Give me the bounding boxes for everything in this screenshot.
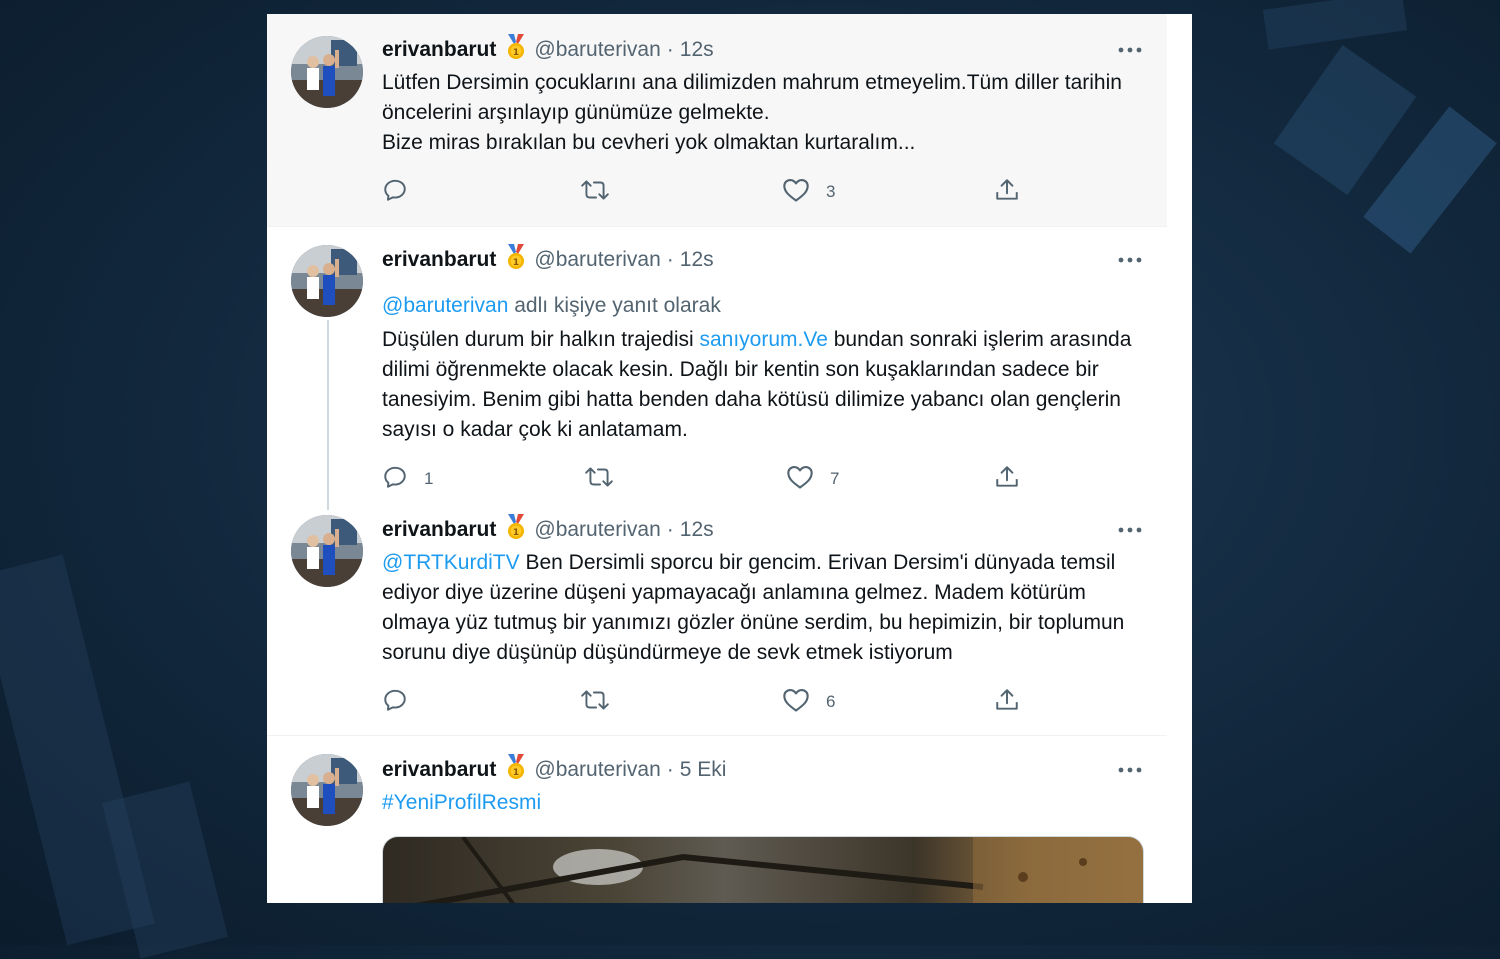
timestamp[interactable]: 12s <box>680 518 714 542</box>
retweet-icon <box>580 177 610 208</box>
tweet-text: Düşülen durum bir halkın trajedisi sanıy… <box>382 325 1152 445</box>
reply-icon <box>382 177 408 208</box>
avatar[interactable] <box>291 515 363 587</box>
like-count: 6 <box>826 692 836 711</box>
tweet-4[interactable]: erivanbarut 1 @baruterivan · 5 Eki #Yeni… <box>267 736 1167 903</box>
handle[interactable]: @baruterivan <box>534 758 660 782</box>
background-shape <box>1262 0 1408 50</box>
retweet-button[interactable] <box>584 464 630 494</box>
avatar[interactable] <box>291 245 363 317</box>
separator-dot: · <box>666 248 674 271</box>
like-button[interactable]: 7 <box>786 464 839 494</box>
like-count: 3 <box>826 182 836 201</box>
reply-button[interactable] <box>382 687 424 717</box>
hashtag-link[interactable]: #YeniProfilResmi <box>382 791 541 814</box>
reply-count: 1 <box>424 469 434 488</box>
tweet-2[interactable]: erivanbarut 1 @baruterivan · 12s @barute… <box>267 227 1167 497</box>
svg-text:1: 1 <box>513 528 519 538</box>
reply-button[interactable] <box>382 177 424 207</box>
like-button[interactable]: 6 <box>782 687 835 717</box>
share-button[interactable] <box>994 464 1020 494</box>
separator-dot: · <box>666 518 674 541</box>
reply-icon <box>382 687 408 718</box>
display-name[interactable]: erivanbarut <box>382 38 496 62</box>
display-name[interactable]: erivanbarut <box>382 758 496 782</box>
display-name[interactable]: erivanbarut <box>382 248 496 272</box>
svg-text:1: 1 <box>513 768 519 778</box>
tweet-timeline: erivanbarut 1 @baruterivan · 12s Lütfen … <box>267 14 1192 903</box>
reply-to-mention[interactable]: @baruterivan <box>382 294 508 317</box>
tweet-header: erivanbarut 1 @baruterivan · 12s <box>382 514 714 546</box>
tweet-mention[interactable]: @TRTKurdiTV <box>382 551 520 574</box>
heart-icon <box>782 177 810 208</box>
tweet-3[interactable]: erivanbarut 1 @baruterivan · 12s @TRTKur… <box>267 497 1167 734</box>
retweet-icon <box>584 464 614 495</box>
reply-icon <box>382 464 408 495</box>
svg-text:1: 1 <box>513 258 519 268</box>
share-button[interactable] <box>994 177 1020 207</box>
timestamp[interactable]: 12s <box>680 38 714 62</box>
tweet-text: Lütfen Dersimin çocuklarını ana dilimizd… <box>382 71 1122 154</box>
handle[interactable]: @baruterivan <box>534 248 660 272</box>
background-shape <box>101 781 229 959</box>
share-icon <box>994 464 1020 495</box>
handle[interactable]: @baruterivan <box>534 518 660 542</box>
reply-button[interactable]: 1 <box>382 464 433 494</box>
svg-text:1: 1 <box>513 48 519 58</box>
heart-icon <box>786 464 814 495</box>
separator-dot: · <box>666 758 674 781</box>
tweet-actions: 6 <box>382 687 1022 717</box>
timestamp[interactable]: 12s <box>680 248 714 272</box>
share-icon <box>994 177 1020 208</box>
reply-to-label: adlı kişiye yanıt olarak <box>508 294 721 317</box>
retweet-button[interactable] <box>580 687 626 717</box>
heart-icon <box>782 687 810 718</box>
avatar[interactable] <box>291 36 363 108</box>
background-shape <box>1273 45 1417 195</box>
tweet-text: #YeniProfilResmi <box>382 788 1152 818</box>
gold-medal-icon: 1 <box>504 514 528 546</box>
tweet-text: @TRTKurdiTV Ben Dersimli sporcu bir genc… <box>382 548 1152 668</box>
tweet-actions: 3 <box>382 177 1022 207</box>
gold-medal-icon: 1 <box>504 34 528 66</box>
like-count: 7 <box>830 469 840 488</box>
tweet-inline-link[interactable]: sanıyorum.Ve <box>699 328 827 351</box>
like-button[interactable]: 3 <box>782 177 835 207</box>
share-icon <box>994 687 1020 718</box>
gold-medal-icon: 1 <box>504 754 528 786</box>
retweet-button[interactable] <box>580 177 626 207</box>
reply-context: @baruterivan adlı kişiye yanıt olarak <box>382 294 721 318</box>
tweet-media-image[interactable] <box>382 836 1144 903</box>
separator-dot: · <box>666 38 674 61</box>
more-horizontal-icon[interactable] <box>1117 37 1143 63</box>
more-horizontal-icon[interactable] <box>1117 517 1143 543</box>
share-button[interactable] <box>994 687 1020 717</box>
tweet-header: erivanbarut 1 @baruterivan · 12s <box>382 244 714 276</box>
more-horizontal-icon[interactable] <box>1117 247 1143 273</box>
gold-medal-icon: 1 <box>504 244 528 276</box>
more-horizontal-icon[interactable] <box>1117 757 1143 783</box>
timestamp[interactable]: 5 Eki <box>680 758 727 782</box>
tweet-1[interactable]: erivanbarut 1 @baruterivan · 12s Lütfen … <box>267 14 1167 226</box>
tweet-actions: 1 7 <box>382 464 1022 494</box>
retweet-icon <box>580 687 610 718</box>
tweet-header: erivanbarut 1 @baruterivan · 12s <box>382 34 714 66</box>
avatar[interactable] <box>291 754 363 826</box>
display-name[interactable]: erivanbarut <box>382 518 496 542</box>
handle[interactable]: @baruterivan <box>534 38 660 62</box>
tweet-header: erivanbarut 1 @baruterivan · 5 Eki <box>382 754 727 786</box>
tweet-text-part: Düşülen durum bir halkın trajedisi <box>382 328 700 351</box>
